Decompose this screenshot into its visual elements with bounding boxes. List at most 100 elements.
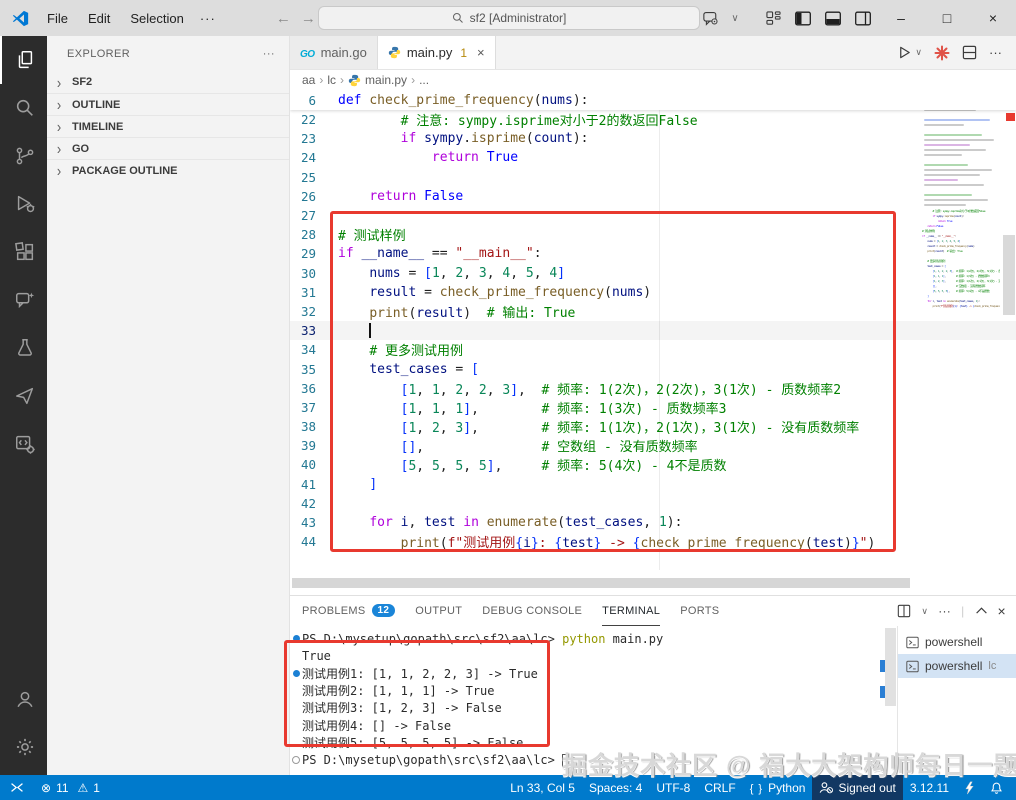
status-utf-8[interactable]: UTF-8: [649, 775, 697, 800]
panel-tab-debug-console[interactable]: DEBUG CONSOLE: [482, 596, 582, 626]
editor-more-actions-icon[interactable]: ···: [989, 45, 1002, 60]
close-panel-icon[interactable]: ×: [998, 603, 1006, 619]
terminal-scrollbar[interactable]: [880, 626, 897, 775]
editor-vertical-scrollbar[interactable]: [1003, 235, 1015, 315]
code-line[interactable]: 44 print(f"测试用例{i}: {test} -> {check_pri…: [290, 532, 1016, 551]
close-button[interactable]: ×: [970, 0, 1016, 36]
code-line[interactable]: 28 # 测试样例: [290, 225, 1016, 244]
code-line[interactable]: 43 for i, test in enumerate(test_cases, …: [290, 513, 1016, 532]
code-line[interactable]: 26 return False: [290, 187, 1016, 206]
sidebar-section-outline[interactable]: › OUTLINE: [47, 93, 289, 115]
sidebar-section-go[interactable]: › GO: [47, 137, 289, 159]
toggle-sidebar-icon[interactable]: [788, 5, 818, 31]
terminal-instance-powershell-lc[interactable]: powershell lc: [898, 654, 1016, 678]
status-crlf[interactable]: CRLF: [697, 775, 742, 800]
maximize-panel-icon[interactable]: [975, 605, 988, 618]
terminal-output[interactable]: PS D:\mysetup\gopath\src\sf2\aa\lc> pyth…: [290, 626, 880, 775]
code-line[interactable]: 42: [290, 494, 1016, 513]
panel-more-actions-icon[interactable]: ···: [938, 604, 951, 618]
status-ln-33-col-5[interactable]: Ln 33, Col 5: [503, 775, 582, 800]
code-line[interactable]: 39 [], # 空数组 - 没有质数频率: [290, 436, 1016, 455]
code-editor[interactable]: 6 def check_prime_frequency(nums): 22 # 注…: [290, 90, 1016, 595]
copilot-icon[interactable]: [696, 5, 726, 31]
command-center-search[interactable]: sf2 [Administrator]: [318, 6, 700, 30]
code-line[interactable]: 41 ]: [290, 475, 1016, 494]
code-line[interactable]: 24 return True: [290, 148, 1016, 167]
minimize-button[interactable]: –: [878, 0, 924, 36]
toggle-panel-icon[interactable]: [818, 5, 848, 31]
code-line[interactable]: 32 print(result) # 输出: True: [290, 302, 1016, 321]
activity-item-accounts[interactable]: [0, 675, 47, 723]
panel-tab-terminal[interactable]: TERMINAL: [602, 596, 661, 626]
nav-back-icon[interactable]: ←: [276, 10, 291, 27]
status-signed-out[interactable]: Signed out: [812, 775, 903, 800]
code-line[interactable]: 31 result = check_prime_frequency(nums): [290, 283, 1016, 302]
code-line[interactable]: 37 [1, 1, 1], # 频率: 1(3次) - 质数频率3: [290, 398, 1016, 417]
nav-forward-icon[interactable]: →: [301, 10, 316, 27]
code-line[interactable]: 35 test_cases = [: [290, 359, 1016, 378]
run-button[interactable]: ∨: [897, 45, 922, 60]
menu-item-edit[interactable]: Edit: [80, 8, 118, 29]
split-editor-icon[interactable]: [962, 45, 977, 60]
code-line[interactable]: 23 if sympy.isprime(count):: [290, 129, 1016, 148]
sidebar-section-sf2[interactable]: › SF2: [47, 71, 289, 93]
activity-item-testing[interactable]: [0, 324, 47, 372]
problems-status[interactable]: ⊗ 11 ⚠ 1: [34, 775, 107, 800]
chevron-down-icon[interactable]: ∨: [726, 5, 744, 31]
status-spaces-4[interactable]: Spaces: 4: [582, 775, 649, 800]
terminal-line: 测试用例2: [1, 1, 1] -> True: [290, 682, 880, 699]
activity-item-explorer[interactable]: [0, 36, 47, 84]
code-line[interactable]: 33: [290, 321, 1016, 341]
panel-tab-output[interactable]: OUTPUT: [415, 596, 462, 626]
activity-item-extensions[interactable]: [0, 228, 47, 276]
code-line[interactable]: 40 [5, 5, 5, 5], # 频率: 5(4次) - 4不是质数: [290, 455, 1016, 474]
code-line[interactable]: 36 [1, 1, 2, 2, 3], # 频率: 1(2次)，2(2次)，3(…: [290, 379, 1016, 398]
panel-tab-ports[interactable]: PORTS: [680, 596, 719, 626]
code-line[interactable]: 30 nums = [1, 2, 3, 4, 5, 4]: [290, 264, 1016, 283]
code-line[interactable]: 22 # 注意: sympy.isprime对小于2的数返回False: [290, 110, 1016, 129]
activity-item-tools[interactable]: [0, 420, 47, 468]
status-bell[interactable]: [983, 775, 1010, 800]
accounts-icon: [14, 688, 36, 710]
sidebar-section-package-outline[interactable]: › PACKAGE OUTLINE: [47, 159, 289, 181]
activity-item-chat[interactable]: [0, 276, 47, 324]
code-line[interactable]: 27: [290, 206, 1016, 225]
extension-run-icon[interactable]: [934, 45, 950, 61]
code-line[interactable]: 29 if __name__ == "__main__":: [290, 244, 1016, 263]
tab-close-icon[interactable]: ×: [477, 45, 485, 60]
tab-main-go[interactable]: GO main.go: [290, 36, 378, 69]
activity-item-go[interactable]: [0, 372, 47, 420]
activity-item-settings[interactable]: [0, 723, 47, 771]
activity-item-search[interactable]: [0, 84, 47, 132]
activity-item-source-control[interactable]: [0, 132, 47, 180]
chevron-down-icon[interactable]: ∨: [921, 606, 928, 617]
menu-item-file[interactable]: File: [39, 8, 76, 29]
breadcrumb-item-main-py[interactable]: main.py: [348, 73, 407, 87]
panel-tab-problems[interactable]: PROBLEMS 12: [302, 596, 396, 626]
maximize-button[interactable]: □: [924, 0, 970, 36]
sticky-scroll-line[interactable]: 6 def check_prime_frequency(nums):: [290, 90, 1016, 110]
error-icon: ⊗: [41, 780, 52, 795]
status-python[interactable]: { } Python: [743, 775, 813, 800]
breadcrumb-item-aa[interactable]: aa: [302, 73, 315, 87]
explorer-more-actions-icon[interactable]: ···: [263, 48, 275, 60]
breadcrumb-item-lc[interactable]: lc: [327, 73, 336, 87]
activity-item-run-debug[interactable]: [0, 180, 47, 228]
status-python-ext[interactable]: [956, 775, 983, 800]
code-line[interactable]: 38 [1, 2, 3], # 频率: 1(1次)，2(1次)，3(1次) - …: [290, 417, 1016, 436]
terminal-instance-powershell[interactable]: powershell: [898, 630, 1016, 654]
menu-item-selection[interactable]: Selection: [122, 8, 191, 29]
breadcrumb-item--..[interactable]: ...: [419, 73, 429, 87]
status-3-12-11[interactable]: 3.12.11: [903, 775, 956, 800]
remote-indicator-icon[interactable]: [0, 775, 34, 800]
sidebar-section-timeline[interactable]: › TIMELINE: [47, 115, 289, 137]
split-terminal-icon[interactable]: [897, 604, 911, 618]
code-line[interactable]: 25: [290, 168, 1016, 187]
toggle-secondary-sidebar-icon[interactable]: [848, 5, 878, 31]
tab-main-py[interactable]: main.py 1 ×: [377, 36, 496, 69]
code-line[interactable]: 34 # 更多测试用例: [290, 340, 1016, 359]
customize-layout-icon[interactable]: [758, 5, 788, 31]
editor-horizontal-scrollbar[interactable]: [292, 578, 910, 588]
minimap[interactable]: # 注意: sympy.isprime对小于2的数返回False if symp…: [922, 90, 1000, 510]
menu-overflow[interactable]: ···: [192, 11, 224, 26]
